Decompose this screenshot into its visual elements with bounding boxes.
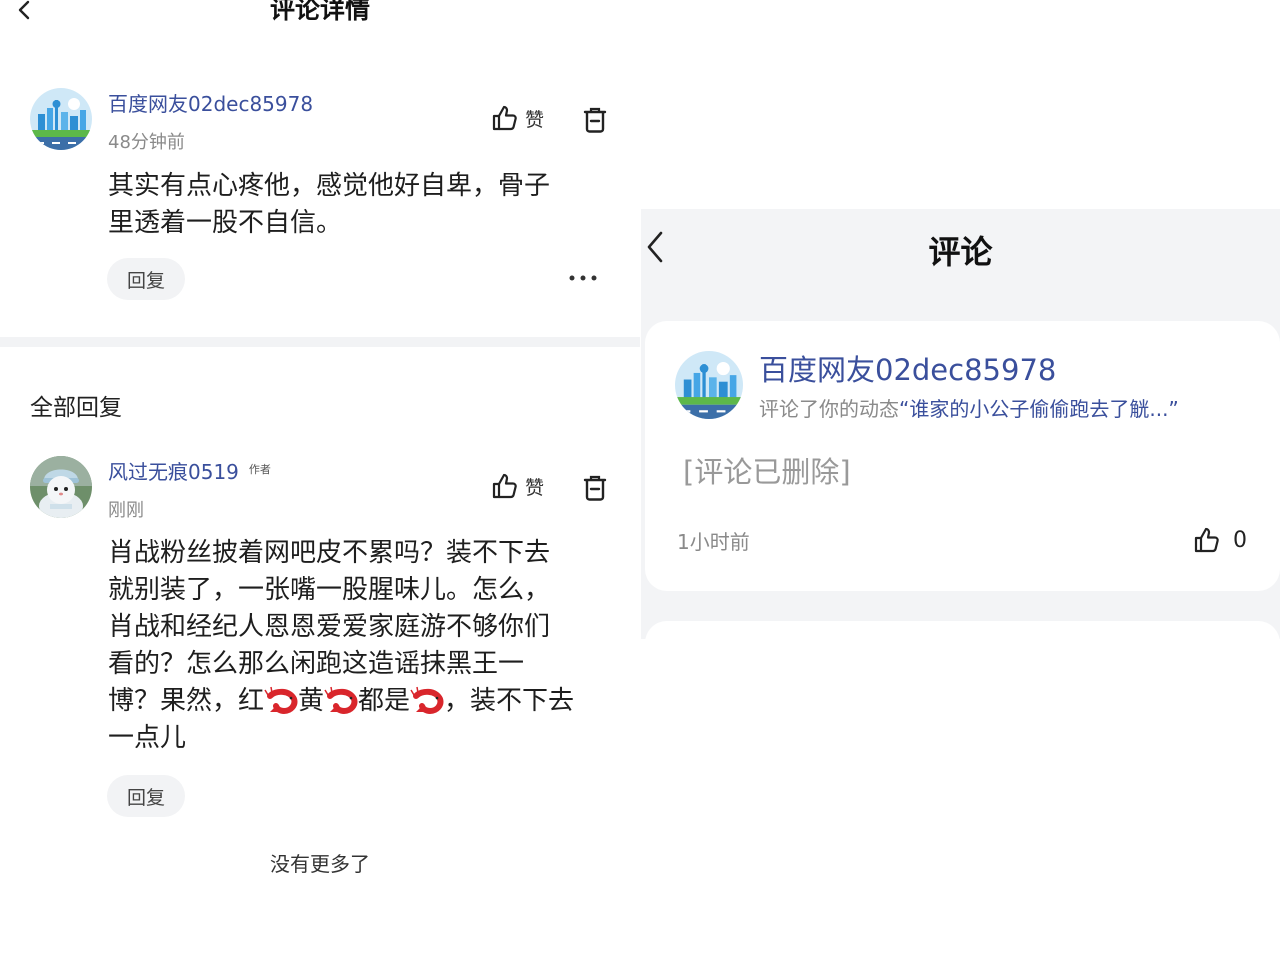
reply-button[interactable]: 回复 bbox=[107, 775, 185, 817]
notification-panel: 评论 百度网友02dec85978 评论了你的动态“谁家的小公子偷偷跑去了觥..… bbox=[641, 209, 1280, 661]
page-title: 评论详情 bbox=[269, 0, 370, 24]
reply-username[interactable]: 风过无痕0519 bbox=[108, 456, 239, 485]
reply-text-line: 一点儿 bbox=[108, 723, 187, 753]
reply-text-segment: ，装不下去 bbox=[444, 686, 575, 716]
avatar[interactable] bbox=[30, 456, 92, 518]
reply-text: 肖战粉丝披着网吧皮不累吗？装不下去 就别装了，一张嘴一股腥味儿。怎么， 肖战和经… bbox=[108, 535, 633, 757]
reply-text-line: 看的？怎么那么闲跑这造谣抹黑王一 bbox=[108, 649, 525, 679]
like-label: 赞 bbox=[525, 108, 545, 131]
reply-text-segment: 博？果然，红 bbox=[108, 686, 265, 716]
deleted-comment-text: [评论已删除] bbox=[683, 455, 851, 489]
avatar[interactable] bbox=[675, 351, 743, 419]
like-button[interactable]: 0 bbox=[1193, 526, 1247, 554]
comment-time: 48分钟前 bbox=[108, 132, 185, 153]
section-divider bbox=[0, 337, 640, 347]
comment-text: 其实有点心疼他，感觉他好自卑，骨子 里透着一股不自信。 bbox=[108, 168, 628, 242]
description-prefix: 评论了你的动态 bbox=[759, 397, 899, 421]
reply-text-line: 就别装了，一张嘴一股腥味儿。怎么， bbox=[108, 575, 551, 605]
avatar-city-image bbox=[675, 351, 743, 419]
avatar-snowman-image bbox=[30, 456, 92, 518]
reply-text-line: 博？果然，红 黄 都是 ，装不下去 bbox=[108, 683, 633, 720]
more-icon[interactable] bbox=[568, 272, 598, 284]
reply-time: 刚刚 bbox=[108, 500, 144, 521]
reply-user-row: 风过无痕0519 作者 bbox=[108, 456, 271, 485]
notification-description: 评论了你的动态“谁家的小公子偷偷跑去了觥...” bbox=[759, 393, 1179, 422]
like-count: 0 bbox=[1233, 527, 1247, 553]
author-badge: 作者 bbox=[248, 462, 271, 476]
like-label: 赞 bbox=[525, 476, 545, 499]
reply-button[interactable]: 回复 bbox=[107, 258, 185, 300]
trash-icon[interactable] bbox=[582, 474, 608, 502]
no-more-text: 没有更多了 bbox=[270, 852, 370, 876]
shrimp-emoji-icon bbox=[324, 686, 358, 714]
thumbs-up-icon bbox=[492, 473, 517, 499]
comment-text-line: 里透着一股不自信。 bbox=[108, 208, 343, 238]
notification-username[interactable]: 百度网友02dec85978 bbox=[759, 347, 1056, 389]
notification-time: 1小时前 bbox=[677, 530, 750, 554]
next-card bbox=[645, 621, 1280, 661]
thumbs-up-icon bbox=[492, 105, 517, 131]
like-button[interactable]: 赞 bbox=[491, 104, 544, 132]
post-link[interactable]: “谁家的小公子偷偷跑去了觥...” bbox=[899, 397, 1179, 421]
reply-text-segment: 黄 bbox=[298, 686, 325, 716]
avatar[interactable] bbox=[30, 88, 92, 150]
reply-text-line: 肖战和经纪人恩恩爱爱家庭游不够你们 bbox=[108, 612, 551, 642]
comment-username[interactable]: 百度网友02dec85978 bbox=[108, 88, 313, 117]
comment-text-line: 其实有点心疼他，感觉他好自卑，骨子 bbox=[108, 171, 551, 201]
reply-text-segment: 都是 bbox=[358, 686, 411, 716]
avatar-city-image bbox=[30, 88, 92, 150]
thumbs-up-icon bbox=[1194, 527, 1219, 553]
reply-text-line: 肖战粉丝披着网吧皮不累吗？装不下去 bbox=[108, 538, 551, 568]
shrimp-emoji-icon bbox=[264, 686, 298, 714]
comment-detail-panel: 评论详情 百度网友02dec85978 48分钟前 赞 其实有点心疼他，感觉他好… bbox=[0, 0, 640, 960]
section-title: 全部回复 bbox=[30, 395, 122, 421]
comment-notification-card[interactable]: 百度网友02dec85978 评论了你的动态“谁家的小公子偷偷跑去了觥...” … bbox=[645, 321, 1280, 591]
like-button[interactable]: 赞 bbox=[491, 472, 544, 500]
trash-icon[interactable] bbox=[582, 106, 608, 134]
page-title: 评论 bbox=[928, 233, 993, 271]
shrimp-emoji-icon bbox=[410, 686, 444, 714]
